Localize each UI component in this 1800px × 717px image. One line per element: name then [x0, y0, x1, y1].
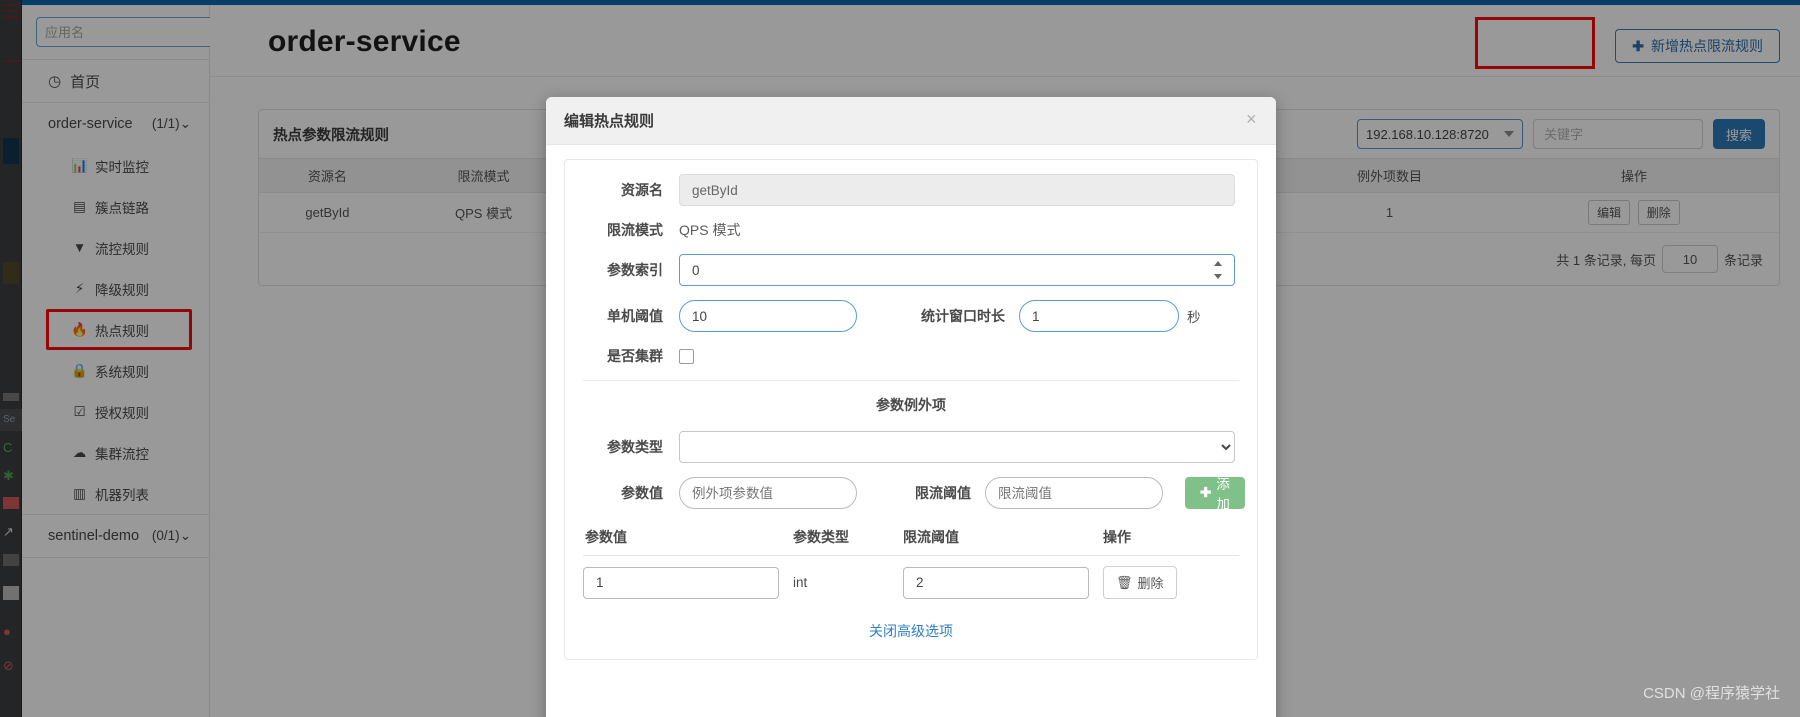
dialog-body: 资源名 限流模式 QPS 模式 参数索引 单机阈值 统计窗口时长: [546, 145, 1276, 717]
ex-col-limit: 限流阈值: [903, 523, 1103, 556]
field-threshold-row: 单机阈值 统计窗口时长 秒: [583, 300, 1239, 332]
label-limit-threshold: 限流阈值: [915, 485, 971, 501]
plus-icon: ✚: [1200, 485, 1212, 500]
label-resource-name: 资源名: [621, 182, 663, 198]
label-single-threshold: 单机阈值: [607, 308, 663, 324]
is-cluster-checkbox[interactable]: [679, 348, 694, 364]
trash-icon: 🗑: [1116, 574, 1133, 590]
exception-row-value-input[interactable]: [583, 566, 779, 599]
single-threshold-input[interactable]: [679, 300, 857, 332]
exception-table-header-row: 参数值 参数类型 限流阈值 操作: [583, 523, 1239, 556]
exception-row-delete-button[interactable]: 🗑 删除: [1103, 566, 1177, 599]
field-exception-entry: 参数值 限流阈值 ✚ 添加: [583, 477, 1245, 512]
field-param-type: 参数类型 intdoublelong floatcharbyte java.la…: [583, 431, 1239, 463]
ex-col-actions: 操作: [1103, 523, 1239, 556]
label-stat-window: 统计窗口时长: [921, 308, 1005, 324]
stat-window-unit: 秒: [1187, 310, 1201, 325]
add-exception-label: 添加: [1216, 477, 1230, 512]
add-exception-button[interactable]: ✚ 添加: [1185, 477, 1245, 512]
field-resource-name: 资源名: [583, 174, 1239, 206]
flow-mode-value: QPS 模式: [679, 222, 741, 238]
ex-col-param-type: 参数类型: [793, 523, 903, 556]
dialog-title: 编辑热点规则: [564, 113, 655, 130]
ex-cell-actions: 🗑 删除: [1103, 556, 1239, 599]
exception-param-value-input[interactable]: [679, 477, 857, 509]
field-is-cluster: 是否集群: [583, 346, 1239, 366]
param-type-select[interactable]: intdoublelong floatcharbyte java.lang.St…: [679, 431, 1235, 463]
field-flow-mode: 限流模式 QPS 模式: [583, 220, 1239, 240]
exception-items-table: 参数值 参数类型 限流阈值 操作 int: [583, 523, 1239, 599]
exception-table-row: int 🗑 删除: [583, 556, 1239, 600]
label-param-value: 参数值: [621, 485, 663, 501]
toggle-advanced-options-link[interactable]: 关闭高级选项: [583, 621, 1239, 641]
ex-cell-param-type: int: [793, 575, 808, 590]
stat-window-input[interactable]: [1019, 300, 1179, 332]
ex-cell-limit: [903, 556, 1103, 600]
label-is-cluster: 是否集群: [607, 348, 663, 364]
close-icon[interactable]: ×: [1240, 107, 1262, 129]
section-divider: [583, 380, 1239, 381]
rule-form-panel: 资源名 限流模式 QPS 模式 参数索引 单机阈值 统计窗口时长: [564, 159, 1258, 660]
label-param-type: 参数类型: [607, 439, 663, 455]
label-flow-mode: 限流模式: [607, 222, 663, 238]
label-param-index: 参数索引: [607, 262, 663, 278]
exception-section-title: 参数例外项: [876, 397, 946, 413]
field-param-index: 参数索引: [583, 254, 1239, 286]
number-stepper-icon[interactable]: [1213, 261, 1223, 279]
ex-cell-param-value: [583, 556, 793, 600]
exception-row-limit-input[interactable]: [903, 566, 1089, 599]
dialog-header: 编辑热点规则 ×: [546, 97, 1276, 145]
exception-row-delete-label: 删除: [1137, 576, 1164, 591]
param-index-input[interactable]: [679, 254, 1235, 286]
ex-col-param-value: 参数值: [583, 523, 793, 556]
resource-name-input: [679, 174, 1235, 206]
exception-limit-input[interactable]: [985, 477, 1163, 509]
edit-hotspot-rule-dialog: 编辑热点规则 × 资源名 限流模式 QPS 模式 参数索引: [546, 97, 1276, 717]
